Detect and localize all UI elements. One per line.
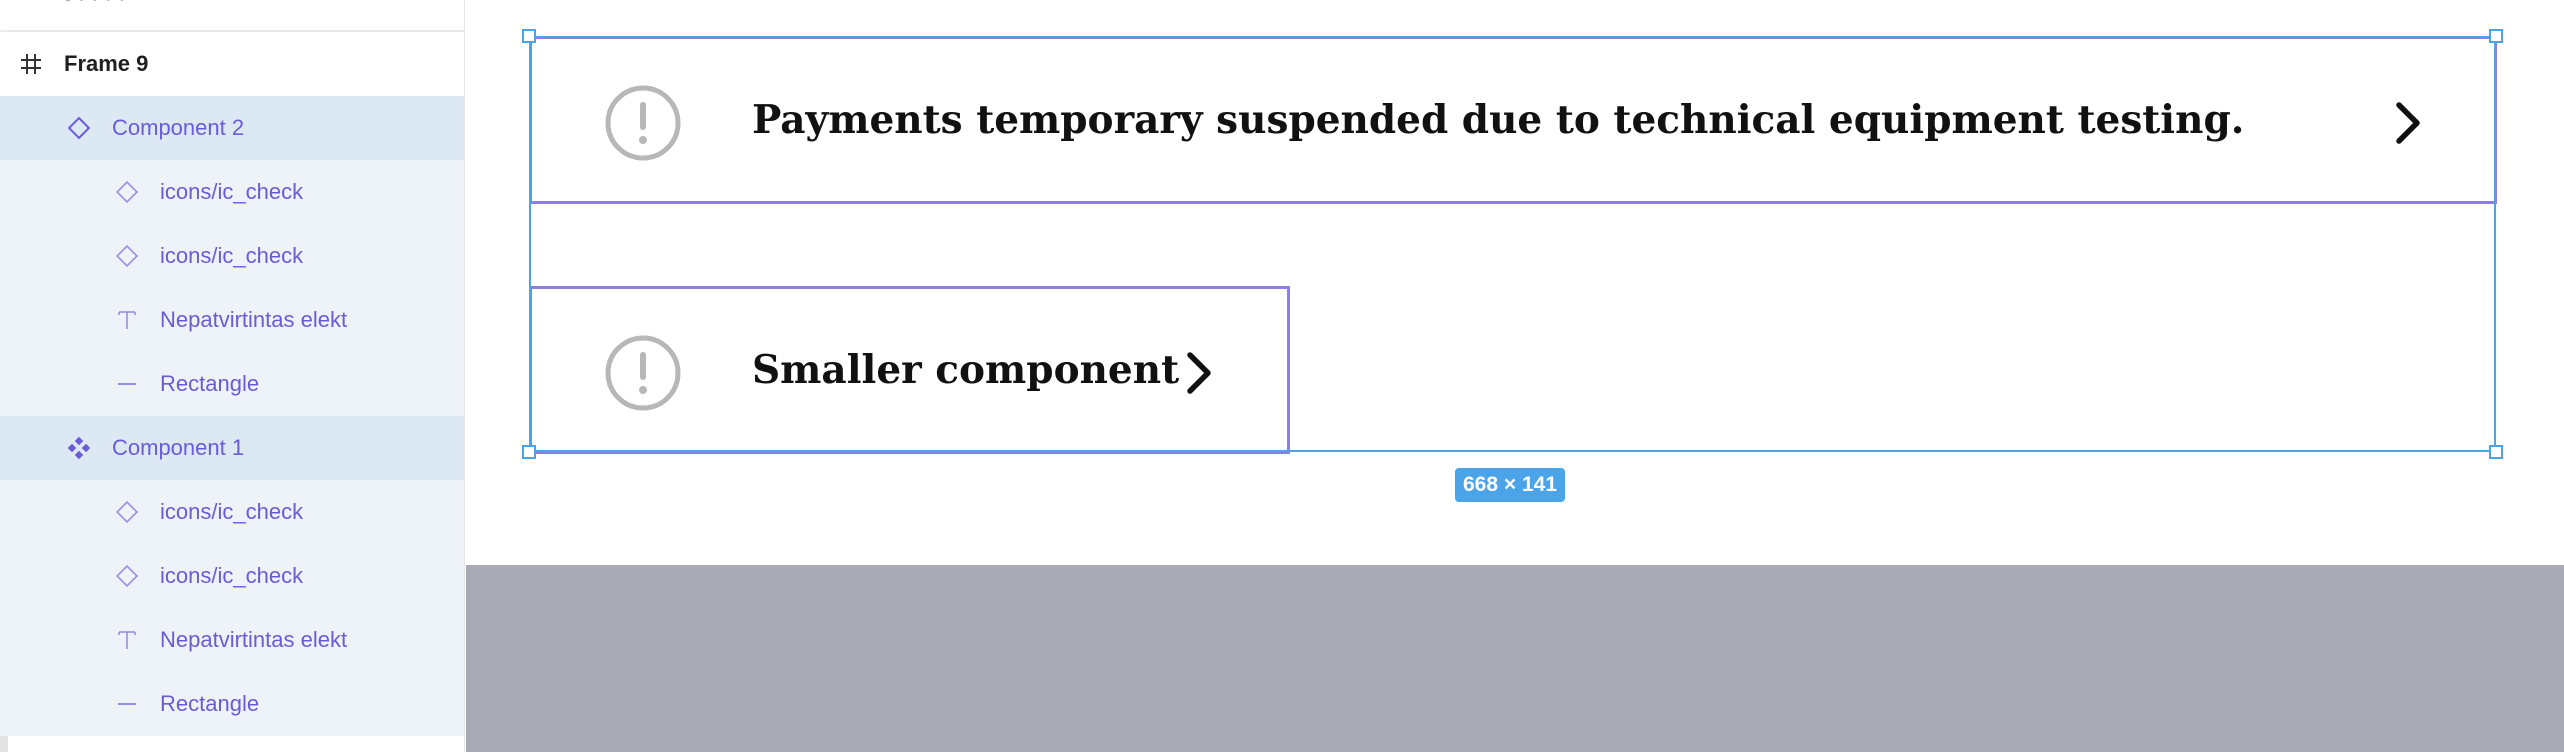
cut-off-layer-label: • · · · · xyxy=(64,0,125,12)
layer-label: icons/ic_check xyxy=(160,563,304,588)
layer-row-text[interactable]: Nepatvirtintas elekt xyxy=(0,608,464,672)
layer-label: Component 2 xyxy=(112,115,245,140)
frame-hash-icon xyxy=(16,49,46,79)
layer-row-icons-ic-check[interactable]: icons/ic_check xyxy=(0,160,464,224)
resize-handle-top-right[interactable] xyxy=(2489,29,2503,43)
canvas-background[interactable] xyxy=(466,565,2564,752)
layer-row-component-1[interactable]: Component 1 xyxy=(0,416,464,480)
rectangle-layer-icon xyxy=(112,689,142,719)
layer-label: Nepatvirtintas elekt xyxy=(160,627,348,652)
text-layer-icon xyxy=(112,305,142,335)
component-instance-icon xyxy=(64,113,94,143)
layer-row-rectangle[interactable]: Rectangle xyxy=(0,672,464,736)
layer-row-frame-9[interactable]: Frame 9 xyxy=(0,32,464,96)
component-instance-icon xyxy=(112,241,142,271)
layer-label: Nepatvirtintas elekt xyxy=(160,307,348,332)
layer-label: Frame 9 xyxy=(64,51,149,76)
layer-row-component-2[interactable]: Component 2 xyxy=(0,96,464,160)
rectangle-layer-icon xyxy=(112,369,142,399)
component-instance-icon xyxy=(112,497,142,527)
component-instance-icon xyxy=(112,177,142,207)
layers-top-strip: • · · · · xyxy=(0,0,464,32)
main-component-icon xyxy=(64,433,94,463)
layer-row-text[interactable]: Nepatvirtintas elekt xyxy=(0,288,464,352)
layer-row-icons-ic-check[interactable]: icons/ic_check xyxy=(0,480,464,544)
layer-label: icons/ic_check xyxy=(160,243,304,268)
layer-row-icons-ic-check[interactable]: icons/ic_check xyxy=(0,544,464,608)
text-layer-icon xyxy=(112,625,142,655)
selection-outline xyxy=(529,36,2496,452)
layer-label: icons/ic_check xyxy=(160,499,304,524)
layer-label: Component 1 xyxy=(112,435,245,460)
component-instance-icon xyxy=(112,561,142,591)
resize-handle-bottom-right[interactable] xyxy=(2489,445,2503,459)
layer-label: Rectangle xyxy=(160,371,260,396)
layer-row-rectangle[interactable]: Rectangle xyxy=(0,352,464,416)
resize-handle-top-left[interactable] xyxy=(522,29,536,43)
resize-handle-bottom-left[interactable] xyxy=(522,445,536,459)
selection-size-badge: 668 × 141 xyxy=(1455,468,1566,502)
layer-label: Rectangle xyxy=(160,691,260,716)
layer-row-icons-ic-check[interactable]: icons/ic_check xyxy=(0,224,464,288)
layer-label: icons/ic_check xyxy=(160,179,304,204)
layers-panel: • · · · · Frame 9 Component 2 icons/ic_c… xyxy=(0,0,465,752)
